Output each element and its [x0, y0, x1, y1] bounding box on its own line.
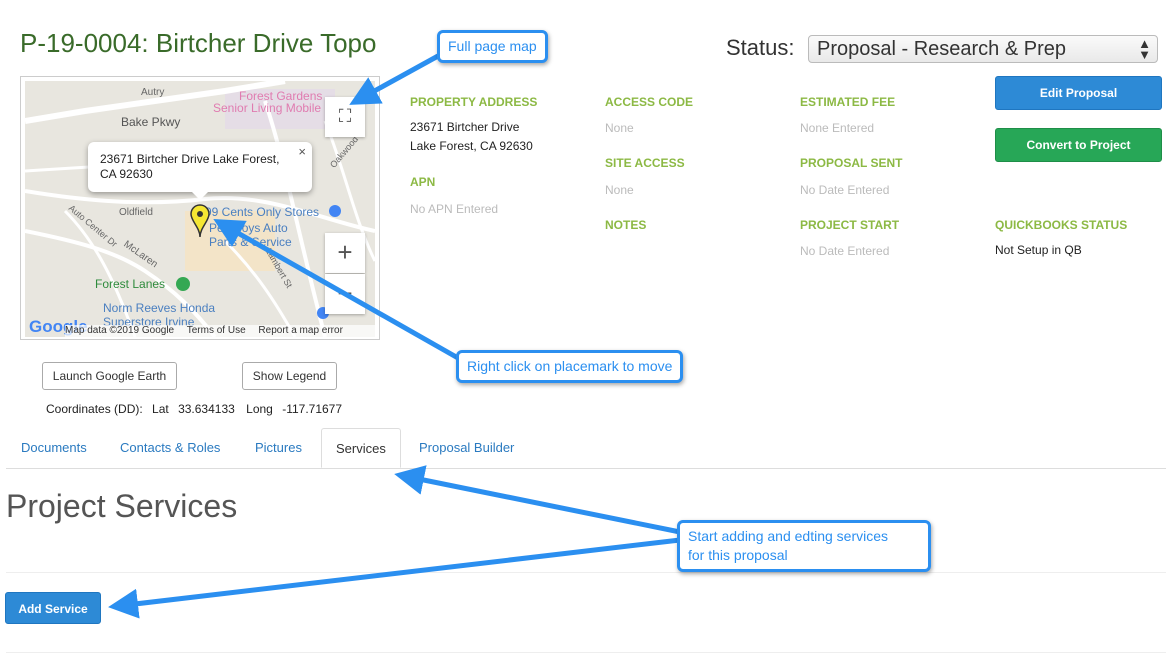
lat-label: Lat: [152, 402, 169, 416]
map-terms-link[interactable]: Terms of Use: [187, 325, 246, 336]
map-label-bake-pkwy: Bake Pkwy: [121, 115, 181, 129]
lat-value: 33.634133: [178, 402, 235, 416]
show-legend-button[interactable]: Show Legend: [242, 362, 337, 390]
tab-contacts-roles[interactable]: Contacts & Roles: [120, 440, 220, 455]
map-report-link[interactable]: Report a map error: [258, 325, 342, 336]
tab-pictures[interactable]: Pictures: [255, 440, 302, 455]
site-access-value: None: [605, 183, 634, 197]
divider: [6, 572, 1166, 573]
convert-to-project-button[interactable]: Convert to Project: [995, 128, 1162, 162]
apn-value: No APN Entered: [410, 202, 499, 216]
tab-bar: Documents Contacts & Roles Pictures Serv…: [6, 428, 1166, 469]
project-start-label: PROJECT START: [800, 218, 900, 232]
project-start-value: No Date Entered: [800, 244, 890, 258]
launch-google-earth-button[interactable]: Launch Google Earth: [42, 362, 177, 390]
section-heading: Project Services: [6, 488, 238, 524]
coordinates-label: Coordinates (DD):: [46, 402, 143, 416]
quickbooks-status-label: QUICKBOOKS STATUS: [995, 218, 1128, 232]
edit-proposal-button[interactable]: Edit Proposal: [995, 76, 1162, 110]
map-label-pep-boys-2: Parts & Service: [209, 235, 292, 249]
access-code-value: None: [605, 121, 634, 135]
map-label-pep-boys: Pep Boys Auto: [209, 221, 288, 235]
arrow-add-service: [108, 537, 681, 619]
close-icon[interactable]: ×: [298, 144, 306, 159]
status-select[interactable]: Proposal - Research & Prep ▲ ▼: [808, 35, 1158, 63]
property-address-line2: Lake Forest, CA 92630: [410, 139, 533, 153]
map-footer: Map data ©2019 Google Terms of Use Repor…: [65, 325, 375, 337]
map-label-norm-reeves: Norm Reeves Honda: [103, 301, 216, 315]
long-label: Long: [246, 402, 273, 416]
status-select-value: Proposal - Research & Prep: [817, 38, 1067, 60]
tab-proposal-builder[interactable]: Proposal Builder: [419, 440, 514, 455]
map-label-oldfield: Oldfield: [119, 207, 153, 218]
map-info-popup: × 23671 Birtcher Drive Lake Forest, CA 9…: [88, 142, 312, 200]
site-access-label: SITE ACCESS: [605, 156, 685, 170]
map-label-99-cents: 99 Cents Only Stores: [205, 205, 320, 219]
notes-label: NOTES: [605, 218, 647, 232]
access-code-label: ACCESS CODE: [605, 95, 694, 109]
long-value: -117.71677: [282, 402, 343, 416]
proposal-sent-value: No Date Entered: [800, 183, 890, 197]
fullscreen-icon[interactable]: ⛶: [325, 97, 365, 137]
estimated-fee-value: None Entered: [800, 121, 875, 135]
property-address-line1: 23671 Birtcher Drive: [410, 120, 520, 134]
zoom-in-button[interactable]: +: [325, 233, 365, 273]
arrow-services-tab: [394, 465, 681, 535]
page-title: P-19-0004: Birtcher Drive Topo: [20, 28, 377, 58]
coordinates: Coordinates (DD): Lat 33.634133 Long -11…: [46, 402, 348, 416]
map-label-forest-lanes: Forest Lanes: [95, 277, 166, 291]
zoom-out-button[interactable]: −: [325, 274, 365, 314]
callout-right-click: Right click on placemark to move: [456, 350, 684, 383]
property-address-label: PROPERTY ADDRESS: [410, 95, 538, 109]
placemark-pin-icon[interactable]: [190, 204, 210, 238]
tab-services[interactable]: Services: [321, 428, 401, 468]
map-data-credit: Map data ©2019 Google: [65, 325, 175, 336]
apn-label: APN: [410, 175, 436, 189]
callout-full-page-map: Full page map: [437, 30, 548, 63]
quickbooks-status-value: Not Setup in QB: [995, 243, 1082, 257]
status-label: Status:: [726, 35, 795, 60]
popup-address-line1: 23671 Birtcher Drive Lake Forest,: [100, 152, 280, 166]
estimated-fee-label: ESTIMATED FEE: [800, 95, 896, 109]
tab-documents[interactable]: Documents: [21, 440, 87, 455]
map-label-autry: Autry: [141, 87, 165, 98]
divider-bottom: [6, 652, 1166, 653]
callout-services: Start adding and edting services for thi…: [677, 520, 931, 572]
callout-services-line2: for this proposal: [688, 547, 788, 563]
callout-services-line1: Start adding and edting services: [688, 528, 889, 544]
select-arrows-icon: ▲ ▼: [1138, 36, 1151, 62]
popup-address-line2: CA 92630: [100, 167, 153, 181]
add-service-button[interactable]: Add Service: [5, 592, 101, 624]
proposal-sent-label: PROPOSAL SENT: [800, 156, 903, 170]
map-label-senior-living: Senior Living Mobile: [213, 101, 322, 115]
